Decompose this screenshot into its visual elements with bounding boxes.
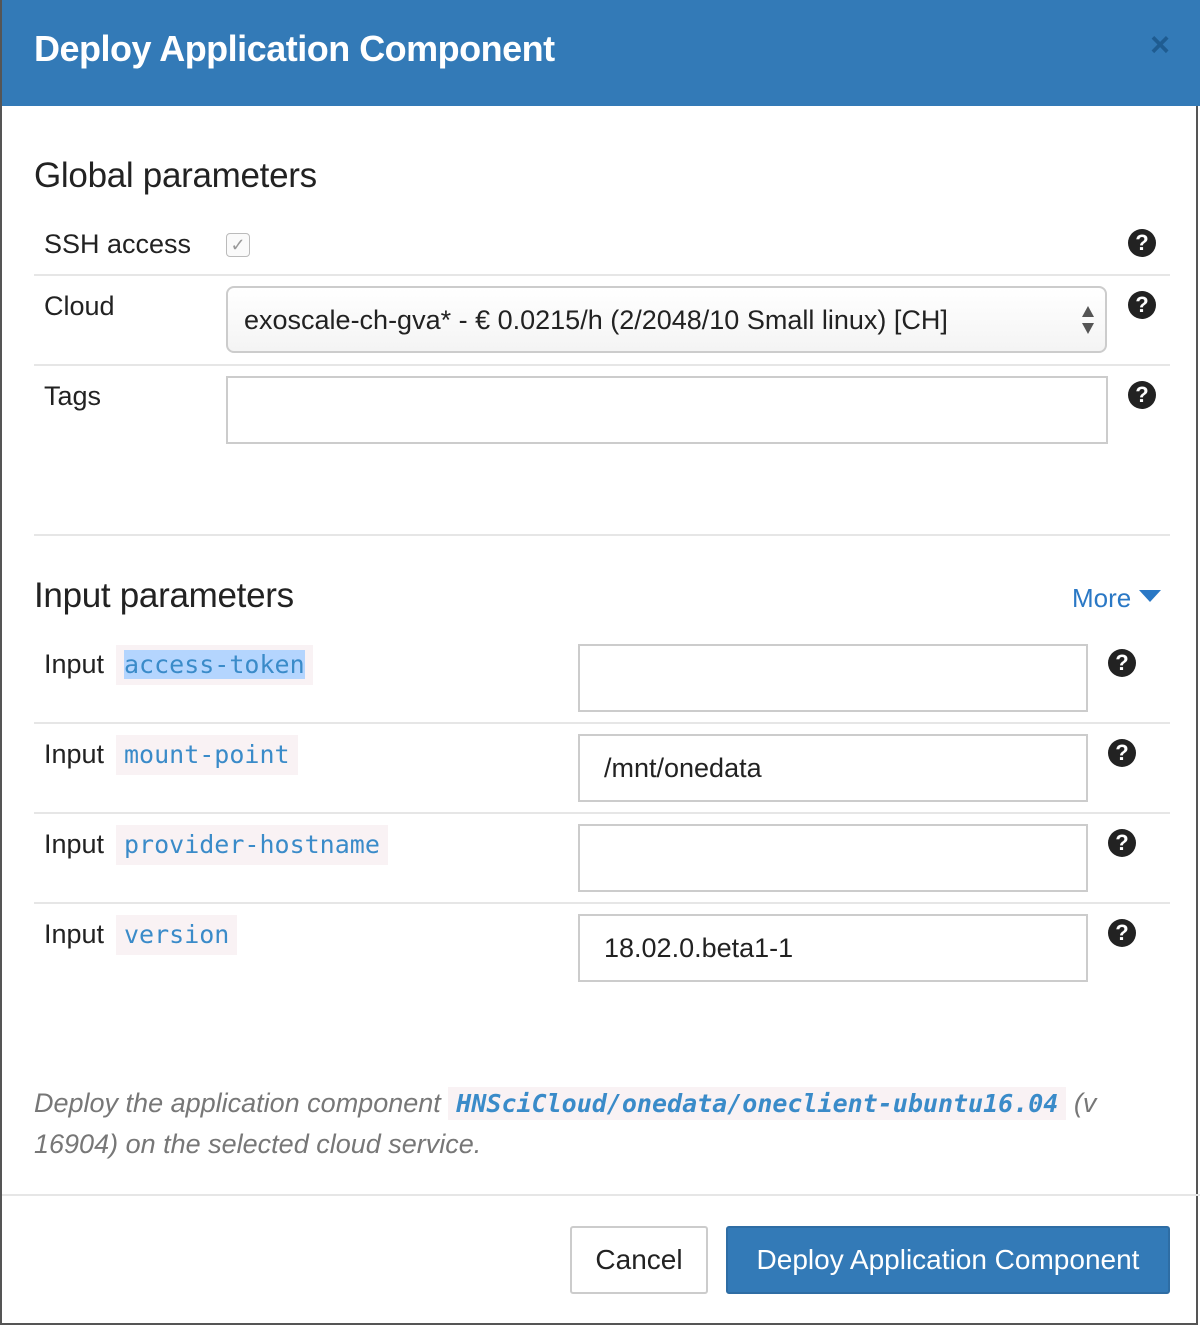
cloud-select[interactable]: exoscale-ch-gva* - € 0.0215/h (2/2048/10… (226, 286, 1107, 353)
divider (34, 364, 1170, 366)
tags-label: Tags (44, 381, 102, 411)
cloud-select-value: exoscale-ch-gva* - € 0.0215/h (2/2048/10… (244, 305, 948, 335)
caret-down-icon (1139, 590, 1162, 602)
footer-divider (2, 1194, 1200, 1196)
divider (34, 902, 1170, 904)
divider (34, 812, 1170, 814)
deploy-description: Deploy the application component HNSciCl… (34, 1083, 1134, 1164)
provider-hostname-input[interactable] (578, 824, 1088, 892)
mount-point-input[interactable] (578, 734, 1088, 802)
input-prefix-label: Input (44, 649, 105, 679)
cancel-button[interactable]: Cancel (570, 1226, 708, 1294)
checkmark-icon: ✓ (230, 235, 246, 255)
version-help-icon[interactable]: ? (1108, 919, 1136, 947)
param-name-mount-point: mount-point (116, 735, 298, 775)
cloud-label: Cloud (44, 291, 115, 321)
tags-help-icon[interactable]: ? (1128, 381, 1156, 409)
input-prefix-label: Input (44, 919, 105, 949)
global-parameters-title: Global parameters (34, 156, 317, 195)
component-path: HNSciCloud/onedata/oneclient-ubuntu16.04 (448, 1087, 1067, 1120)
provider-hostname-help-icon[interactable]: ? (1108, 829, 1136, 857)
deploy-button[interactable]: Deploy Application Component (726, 1226, 1170, 1294)
version-input[interactable] (578, 914, 1088, 982)
access-token-help-icon[interactable]: ? (1108, 649, 1136, 677)
section-divider (34, 534, 1170, 536)
divider (34, 274, 1170, 276)
close-icon[interactable]: × (1150, 26, 1170, 65)
param-name-provider-hostname: provider-hostname (116, 825, 388, 865)
input-prefix-label: Input (44, 739, 105, 769)
deploy-modal: Deploy Application Component × Global pa… (0, 0, 1200, 1325)
modal-title: Deploy Application Component (34, 28, 555, 69)
access-token-input[interactable] (578, 644, 1088, 712)
ssh-access-checkbox[interactable]: ✓ (226, 233, 250, 257)
more-toggle[interactable]: More (1072, 583, 1162, 614)
tags-input[interactable] (226, 376, 1108, 444)
mount-point-help-icon[interactable]: ? (1108, 739, 1136, 767)
param-name-access-token: access-token (116, 645, 313, 685)
ssh-access-label: SSH access (44, 229, 192, 259)
select-arrows-icon (1082, 306, 1094, 334)
divider (34, 722, 1170, 724)
modal-header: Deploy Application Component × (2, 0, 1200, 106)
more-label: More (1072, 583, 1132, 613)
param-name-version: version (116, 915, 238, 955)
ssh-help-icon[interactable]: ? (1128, 229, 1156, 257)
cloud-help-icon[interactable]: ? (1128, 291, 1156, 319)
description-text-before: Deploy the application component (34, 1088, 441, 1118)
input-prefix-label: Input (44, 829, 105, 859)
input-parameters-title: Input parameters (34, 576, 294, 615)
